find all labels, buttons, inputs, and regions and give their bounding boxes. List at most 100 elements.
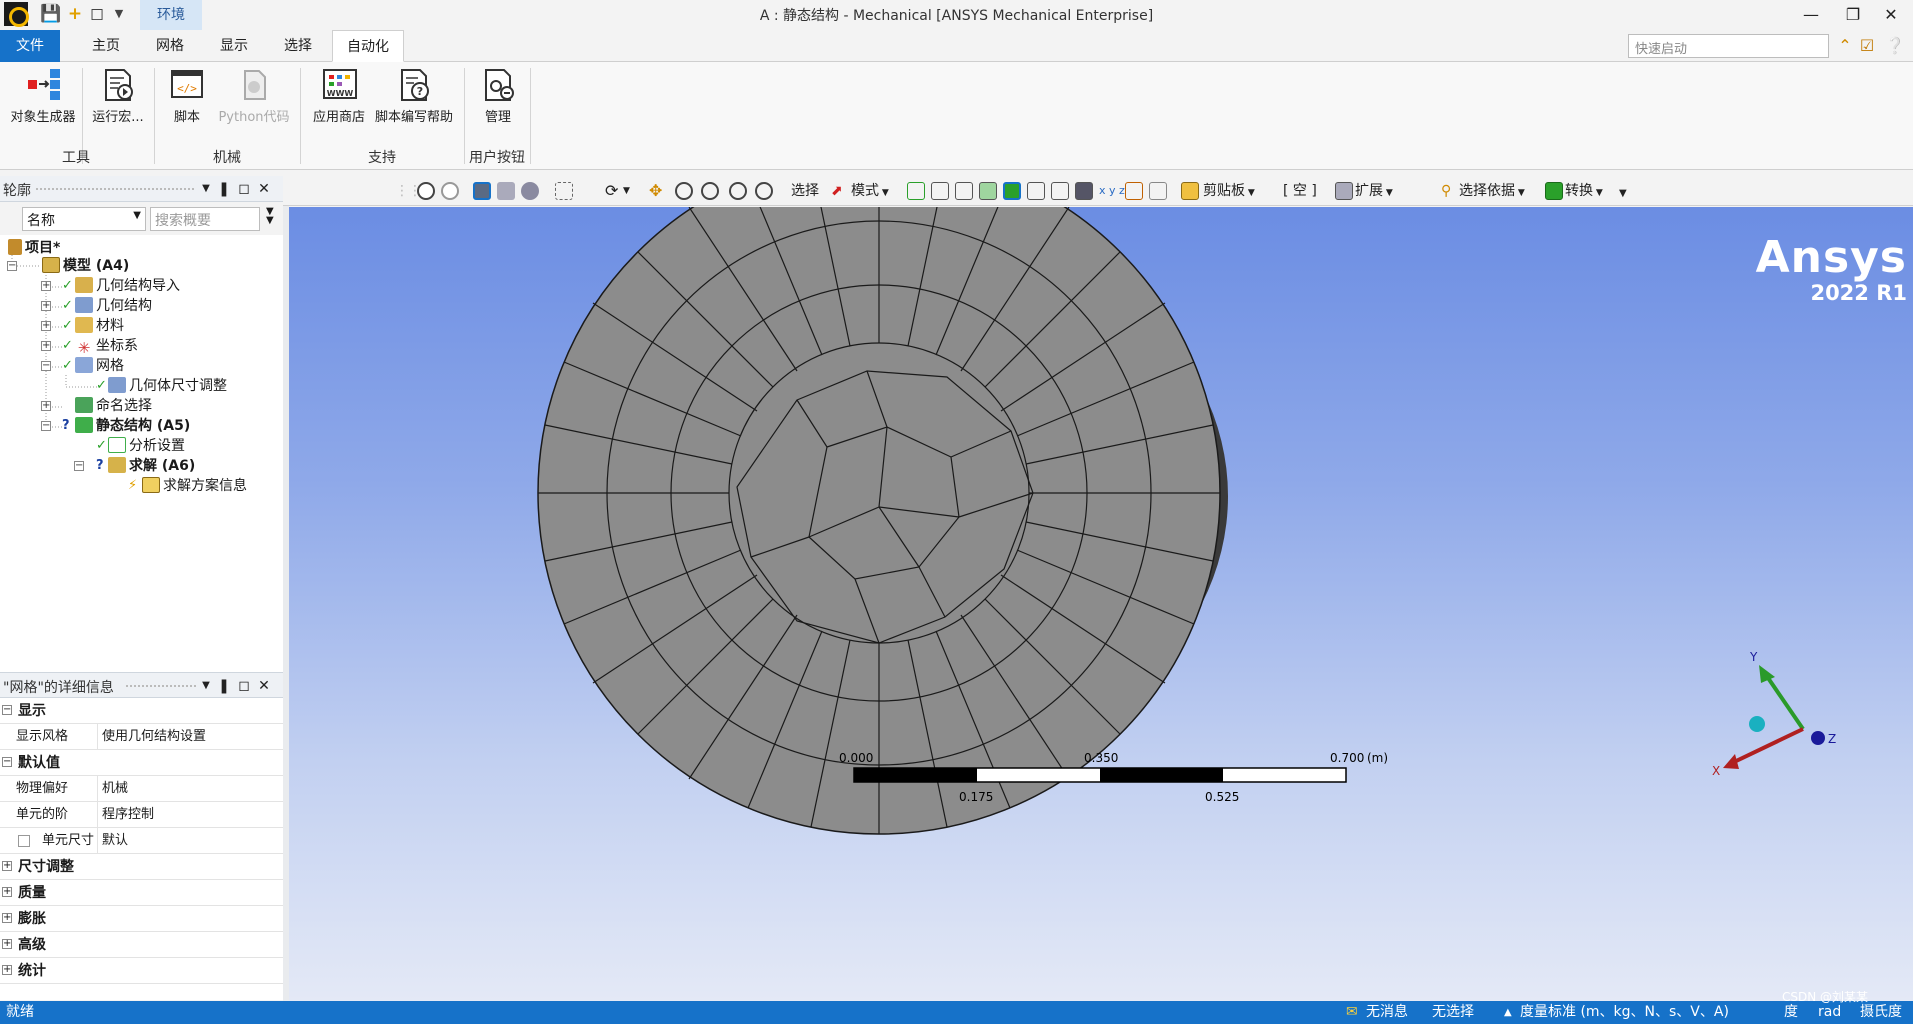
object-generator-button[interactable]: 对象生成器 — [6, 68, 80, 125]
detail-row-element-size[interactable]: 单元尺寸 默认 — [0, 828, 283, 854]
display-style-icon[interactable] — [521, 182, 539, 200]
maximize-panel-icon[interactable]: ◻ — [236, 180, 252, 198]
extend-icon[interactable] — [1335, 182, 1353, 200]
tab-file[interactable]: 文件 — [0, 30, 60, 62]
collapse-toggle[interactable]: − — [7, 261, 17, 271]
filter-select[interactable]: 名称 ▼ — [22, 207, 146, 231]
tree-item-solution-info[interactable]: 求解方案信息 — [142, 476, 247, 496]
axis-triad[interactable] — [1723, 665, 1825, 769]
category-sizing[interactable]: + 尺寸调整 — [0, 854, 283, 880]
zoom-out-icon[interactable] — [441, 182, 459, 200]
maximize-panel-icon[interactable]: ◻ — [236, 677, 252, 695]
convert-dropdown[interactable]: 转换 ▼ — [1565, 181, 1603, 201]
parameter-checkbox[interactable] — [18, 835, 30, 847]
detail-value[interactable]: 程序控制 — [102, 802, 154, 828]
close-panel-icon[interactable]: ✕ — [256, 180, 272, 198]
expand-toggle[interactable]: + — [41, 321, 51, 331]
wireframe-view-icon[interactable] — [497, 182, 515, 200]
expand-toggle[interactable]: + — [2, 861, 12, 871]
pin-icon[interactable]: ❚ — [216, 677, 232, 695]
panel-menu-icon[interactable]: ▼ — [198, 180, 214, 198]
minimize-icon[interactable]: — — [1788, 0, 1834, 30]
tree-item-geometry[interactable]: 几何结构 — [75, 296, 152, 316]
collapse-toggle[interactable]: − — [74, 461, 84, 471]
select-by-dropdown[interactable]: 选择依据 ▼ — [1459, 181, 1525, 201]
feedback-icon[interactable]: ☑ — [1856, 35, 1878, 57]
detail-row-element-order[interactable]: 单元的阶 程序控制 — [0, 802, 283, 828]
expand-toggle[interactable]: + — [2, 965, 12, 975]
app-store-button[interactable]: WWW 应用商店 — [308, 68, 370, 125]
panel-grip[interactable] — [36, 188, 194, 192]
select-node-icon[interactable] — [1027, 182, 1045, 200]
clipboard-icon[interactable] — [1181, 182, 1199, 200]
tree-item-named-selections[interactable]: 命名选择 — [75, 396, 152, 416]
expand-toggle[interactable]: + — [41, 401, 51, 411]
select-face-icon[interactable] — [955, 182, 973, 200]
pin-location-icon[interactable]: ⚲ — [1441, 181, 1451, 201]
probe-icon[interactable] — [1125, 182, 1143, 200]
expand-toggle[interactable]: + — [2, 913, 12, 923]
collapse-toggle[interactable]: − — [2, 757, 12, 767]
category-defaults[interactable]: − 默认值 — [0, 750, 283, 776]
detail-value[interactable]: 默认 — [102, 828, 128, 854]
tab-automation[interactable]: 自动化 — [332, 30, 404, 62]
python-code-button[interactable]: Python代码 — [214, 68, 294, 125]
tree-item-materials[interactable]: 材料 — [75, 316, 124, 336]
quick-launch-input[interactable]: 快速启动 — [1628, 34, 1829, 58]
magnifier-icon[interactable] — [755, 182, 773, 200]
solid-view-icon[interactable] — [473, 182, 491, 200]
panel-menu-icon[interactable]: ▼ — [198, 677, 214, 695]
tree-item-coordinate-systems[interactable]: ✳ 坐标系 — [75, 336, 138, 356]
pin-icon[interactable]: ❚ — [216, 180, 232, 198]
expand-toggle[interactable]: + — [41, 281, 51, 291]
tree-item-static-structural[interactable]: 静态结构 (A5) — [75, 416, 190, 436]
collapse-toggle[interactable]: − — [41, 361, 51, 371]
outline-search-input[interactable]: 搜索概要 — [150, 207, 260, 231]
extend-dropdown[interactable]: 扩展 ▼ — [1355, 181, 1393, 201]
box-zoom-icon[interactable] — [701, 182, 719, 200]
category-quality[interactable]: + 质量 — [0, 880, 283, 906]
tree-item-solution[interactable]: 求解 (A6) — [108, 456, 195, 476]
box-select-icon[interactable] — [555, 182, 573, 200]
label-icon[interactable] — [1149, 182, 1167, 200]
tab-display[interactable]: 显示 — [206, 30, 262, 62]
tab-selection[interactable]: 选择 — [270, 30, 326, 62]
select-element-face-icon[interactable] — [1051, 182, 1069, 200]
status-messages[interactable]: 无消息 — [1366, 1001, 1408, 1024]
tree-item-geometry-import[interactable]: 几何结构导入 — [75, 276, 180, 296]
rotate-icon[interactable]: ⟳ — [605, 181, 618, 201]
pan-icon[interactable]: ✥ — [649, 181, 662, 201]
select-edge-icon[interactable] — [931, 182, 949, 200]
category-inflation[interactable]: + 膨胀 — [0, 906, 283, 932]
select-body-icon[interactable] — [979, 182, 997, 200]
status-selection[interactable]: 无选择 — [1432, 1001, 1474, 1024]
search-options-icon[interactable]: ▼ ▼ — [266, 207, 274, 226]
tree-item-mesh[interactable]: 网格 — [75, 356, 124, 376]
collapse-toggle[interactable]: − — [2, 705, 12, 715]
category-statistics[interactable]: + 统计 — [0, 958, 283, 984]
close-window-icon[interactable]: ✕ — [1868, 0, 1913, 30]
tree-item-model[interactable]: 模型 (A4) — [42, 256, 129, 276]
help-icon[interactable]: ❔ — [1884, 35, 1906, 57]
tab-home[interactable]: 主页 — [78, 30, 134, 62]
category-advanced[interactable]: + 高级 — [0, 932, 283, 958]
manage-button[interactable]: 管理 — [472, 68, 524, 125]
convert-icon[interactable] — [1545, 182, 1563, 200]
clipboard-dropdown[interactable]: 剪贴板 ▼ — [1203, 181, 1255, 201]
panel-grip[interactable] — [126, 685, 196, 689]
detail-value[interactable]: 使用几何结构设置 — [102, 724, 206, 750]
run-macro-button[interactable]: 运行宏... — [86, 68, 150, 125]
coordinates-icon[interactable]: x y z — [1099, 181, 1125, 201]
toolbar-overflow-icon[interactable]: ▼ — [1619, 184, 1627, 204]
mode-dropdown[interactable]: 模式 ▼ — [851, 181, 889, 201]
tree-item-project[interactable]: 项目* — [8, 238, 60, 258]
category-display[interactable]: − 显示 — [0, 698, 283, 724]
detail-value[interactable]: 机械 — [102, 776, 128, 802]
collapse-toggle[interactable]: − — [41, 421, 51, 431]
rotate-dropdown-icon[interactable]: ▼ — [623, 181, 630, 201]
detail-row-physics-preference[interactable]: 物理偏好 机械 — [0, 776, 283, 802]
tab-mesh[interactable]: 网格 — [142, 30, 198, 62]
zoom-in-icon[interactable] — [417, 182, 435, 200]
script-button[interactable]: </> 脚本 — [162, 68, 212, 125]
expand-toggle[interactable]: + — [2, 939, 12, 949]
